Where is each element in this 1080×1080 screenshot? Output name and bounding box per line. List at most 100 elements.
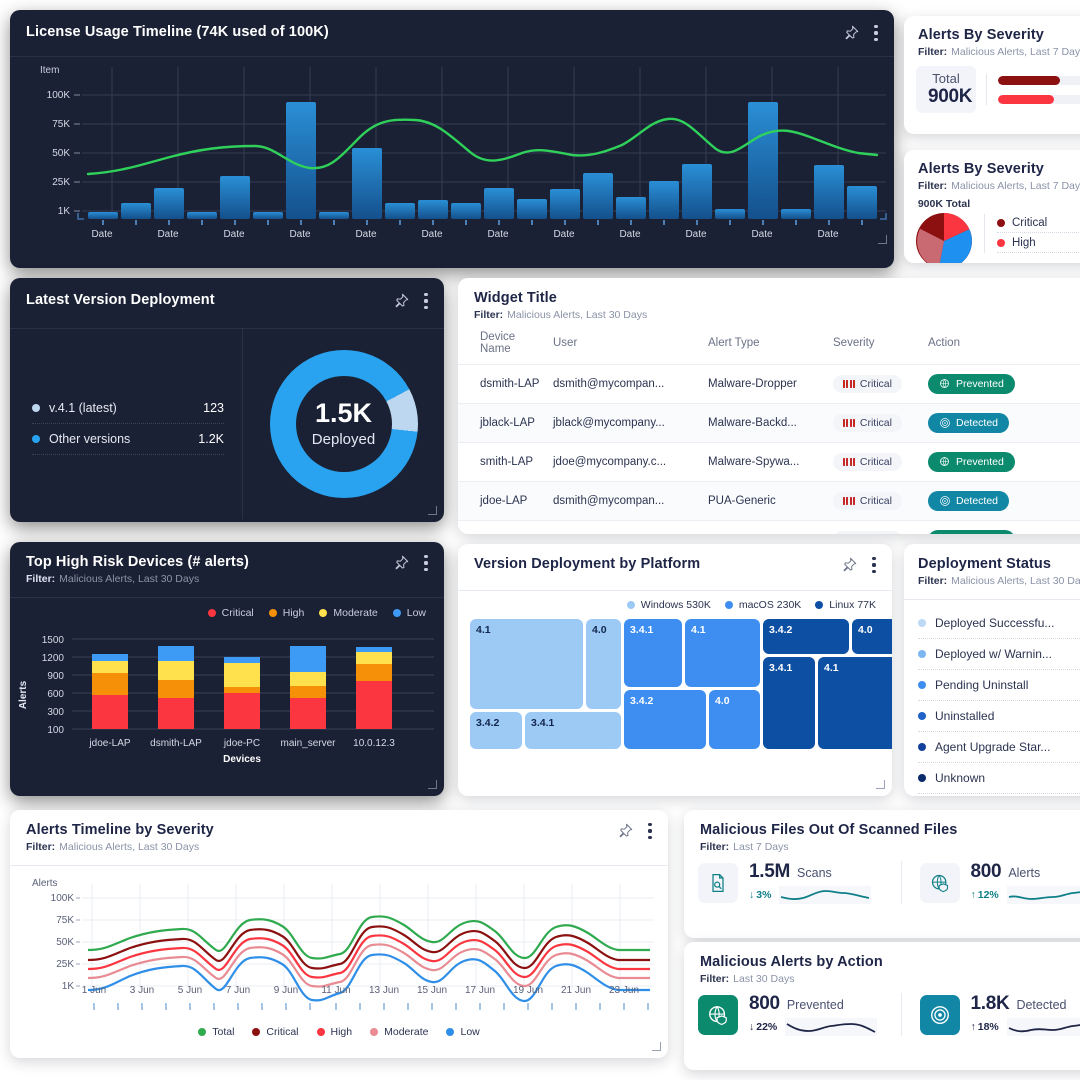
- legend-item-moderate[interactable]: Moderate: [370, 1026, 428, 1038]
- kpi-cell-detected[interactable]: 1.8K Detected ↑ 18%: [900, 993, 1080, 1036]
- list-item[interactable]: Deployed w/ Warnin...: [918, 639, 1080, 670]
- kpi-delta-up: ↑ 12%: [971, 889, 999, 901]
- status-label: Uninstalled: [935, 709, 995, 723]
- arrow-up-icon: ↑: [970, 1021, 976, 1033]
- table-row[interactable]: jblack-LAP jblack@mycompany... Malware-B…: [458, 403, 1080, 443]
- pin-icon[interactable]: [616, 822, 634, 840]
- more-vertical-icon[interactable]: [874, 25, 878, 41]
- legend-color-dot: [446, 1028, 455, 1036]
- total-box: Total 900K: [916, 66, 976, 113]
- more-vertical-icon[interactable]: [872, 557, 876, 573]
- severity-pie-chart[interactable]: [916, 213, 972, 263]
- list-item[interactable]: Uninstalled: [918, 701, 1080, 732]
- donut-sublabel: Deployed: [311, 431, 376, 448]
- legend-color-dot: [268, 609, 277, 617]
- table-row[interactable]: dsmith-LAP dsmith@mycompan... Dual Use-D…: [458, 520, 1080, 534]
- treemap-tile-windows-3-4-2[interactable]: 3.4.2: [470, 712, 522, 749]
- cell-alert-type: Malware-Dropper: [708, 378, 797, 390]
- arrow-down-icon: ↓: [749, 889, 755, 901]
- table-row[interactable]: jdoe-LAP dsmith@mycompan... PUA-Generic …: [458, 481, 1080, 521]
- legend-item-macos[interactable]: macOS 230K: [724, 599, 801, 611]
- kpi-body: 1.5M Scans ↓ 3% 800 Alerts ↑ 12%: [684, 853, 1080, 904]
- treemap-tile-windows-4-0[interactable]: 4.0: [586, 619, 621, 709]
- table-row[interactable]: smith-LAP jdoe@mycompany.c... Malware-Sp…: [458, 442, 1080, 482]
- svg-text:17 Jun: 17 Jun: [465, 985, 495, 996]
- widget-deployment-status: Deployment Status Filter: Malicious Alert…: [904, 544, 1080, 796]
- treemap-tile-linux-3-4-2[interactable]: 3.4.2: [763, 619, 849, 654]
- legend-item-windows[interactable]: Windows 530K: [626, 599, 711, 611]
- widget-header: License Usage Timeline (74K used of 100K…: [10, 10, 894, 42]
- legend-item-high[interactable]: High: [316, 1026, 352, 1038]
- list-item[interactable]: Deployed Successfu...: [918, 608, 1080, 639]
- severity-bar-row[interactable]: High: [998, 93, 1080, 105]
- action-badge-prevented[interactable]: Prevented: [928, 374, 1015, 394]
- kpi-cell-prevented[interactable]: 800 Prevented ↓ 22%: [698, 993, 901, 1036]
- list-item[interactable]: Pending Uninstall: [918, 670, 1080, 701]
- treemap-tile-macos-4-1[interactable]: 4.1: [685, 619, 760, 687]
- legend-item-critical[interactable]: Critical: [252, 1026, 299, 1038]
- legend-row[interactable]: v.4.1 (latest) 123: [32, 393, 224, 424]
- treemap-tile-windows-3-4-1[interactable]: 3.4.1: [525, 712, 621, 749]
- kpi-cell-alerts[interactable]: 800 Alerts ↑ 12%: [900, 861, 1080, 904]
- column-header-alert-type[interactable]: Alert Type: [708, 321, 833, 365]
- severity-pie-body: 900K Total Critical High: [904, 192, 1080, 263]
- legend-item-low[interactable]: Low: [392, 607, 426, 619]
- action-badge-prevented[interactable]: Prevented: [928, 530, 1015, 534]
- list-item[interactable]: Unknown: [918, 763, 1080, 794]
- more-vertical-icon[interactable]: [648, 823, 652, 839]
- svg-text:300: 300: [47, 707, 64, 718]
- treemap-tile-macos-4-0[interactable]: 4.0: [709, 690, 760, 749]
- treemap-tile-macos-3-4-2[interactable]: 3.4.2: [624, 690, 706, 749]
- legend-item-high[interactable]: High: [268, 607, 304, 619]
- column-header-device-name[interactable]: Device Name: [458, 321, 553, 365]
- action-badge-prevented[interactable]: Prevented: [928, 452, 1015, 472]
- widget-header: Top High Risk Devices (# alerts) Filter:…: [10, 542, 444, 585]
- legend-color-dot: [252, 1028, 261, 1036]
- legend-item-total[interactable]: Total: [198, 1026, 234, 1038]
- document-scan-icon: [698, 862, 738, 903]
- status-label: Deployed w/ Warnin...: [935, 647, 1052, 661]
- column-header-severity[interactable]: Severity: [833, 321, 928, 365]
- table-row[interactable]: dsmith-LAP dsmith@mycompan... Malware-Dr…: [458, 364, 1080, 404]
- resize-handle[interactable]: [427, 780, 437, 791]
- treemap-tile-linux-3-4-1[interactable]: 3.4.1: [763, 657, 815, 749]
- severity-bar-row[interactable]: Critical: [998, 74, 1080, 86]
- resize-handle[interactable]: [651, 1042, 661, 1053]
- more-vertical-icon[interactable]: [424, 293, 428, 309]
- license-x-axis-labels: Date Date Date Date Date Date Date Date Date…: [91, 229, 839, 240]
- treemap-tile-linux-4-0[interactable]: 4.0: [852, 619, 892, 654]
- resize-handle[interactable]: [875, 780, 885, 791]
- legend-label: Windows 530K: [640, 599, 711, 611]
- legend-item[interactable]: Critical: [997, 214, 1080, 233]
- svg-text:Date: Date: [157, 229, 179, 240]
- version-legend: v.4.1 (latest) 123 Other versions 1.2K: [10, 329, 242, 519]
- resize-handle[interactable]: [877, 235, 887, 246]
- legend-item-critical[interactable]: Critical: [207, 607, 254, 619]
- pin-icon[interactable]: [840, 556, 858, 574]
- legend-row[interactable]: Other versions 1.2K: [32, 424, 224, 455]
- deployment-donut-chart[interactable]: 1.5K Deployed: [269, 350, 418, 498]
- treemap-tile-windows-4-1[interactable]: 4.1: [470, 619, 583, 709]
- pin-icon[interactable]: [842, 24, 860, 42]
- column-header-user[interactable]: User: [553, 321, 708, 365]
- legend-color-dot: [370, 1028, 379, 1036]
- treemap-tile-macos-3-4-1[interactable]: 3.4.1: [624, 619, 682, 687]
- treemap-tile-linux-4-1[interactable]: 4.1: [818, 657, 892, 749]
- kpi-cell-scans[interactable]: 1.5M Scans ↓ 3%: [698, 861, 901, 904]
- widget-title: Latest Version Deployment: [26, 292, 215, 308]
- cell-user: dsmith@mycompan...: [553, 495, 665, 507]
- pin-icon[interactable]: [392, 554, 410, 572]
- legend-item-moderate[interactable]: Moderate: [319, 607, 378, 619]
- action-badge-detected[interactable]: Detected: [928, 413, 1010, 433]
- legend-item-linux[interactable]: Linux 77K: [815, 599, 876, 611]
- legend-item-low[interactable]: Low: [446, 1026, 480, 1038]
- more-vertical-icon[interactable]: [424, 555, 428, 571]
- column-header-action[interactable]: Action: [928, 321, 1080, 365]
- svg-text:5 Jun: 5 Jun: [178, 985, 202, 996]
- list-item[interactable]: Agent Upgrade Star...: [918, 732, 1080, 763]
- pin-icon[interactable]: [392, 292, 410, 310]
- resize-handle[interactable]: [427, 506, 437, 517]
- legend-item[interactable]: High: [997, 234, 1080, 253]
- action-text: Detected: [956, 495, 999, 507]
- action-badge-detected[interactable]: Detected: [928, 491, 1010, 511]
